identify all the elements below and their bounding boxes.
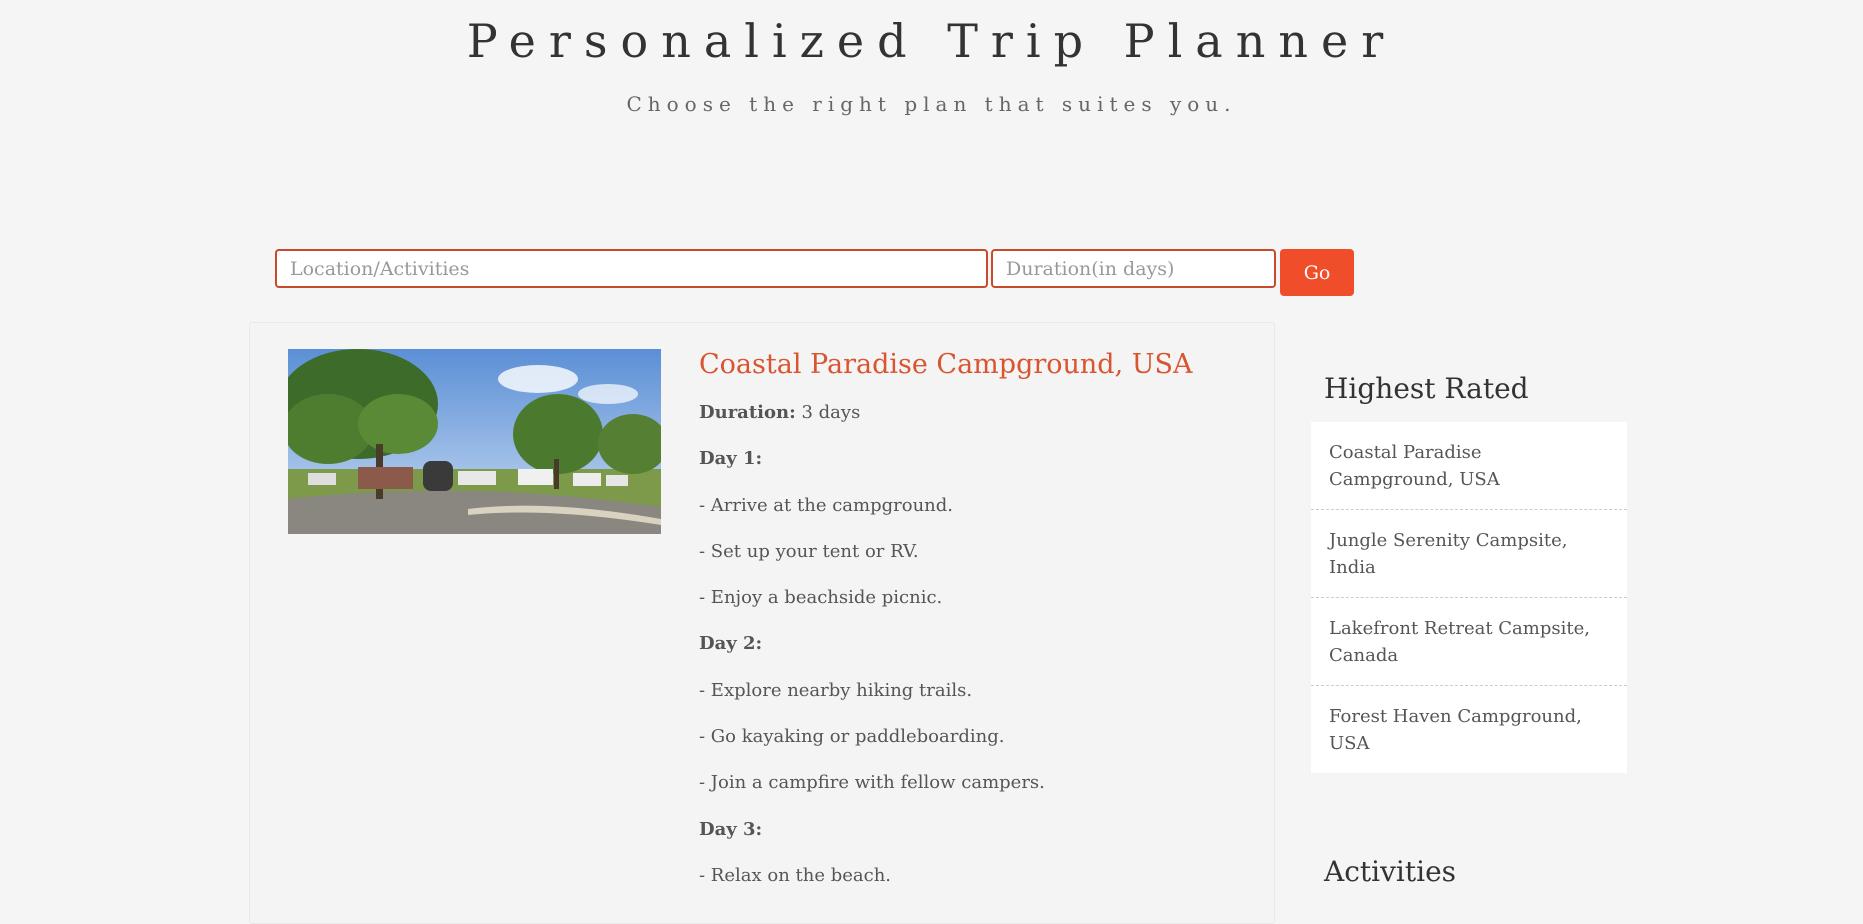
page-title: Personalized Trip Planner: [466, 14, 1397, 68]
activities-heading: Activities: [1324, 855, 1457, 888]
highest-rated-item[interactable]: Coastal Paradise Campground, USA: [1311, 422, 1627, 510]
duration-value: 3 days: [801, 402, 861, 423]
page-subtitle: Choose the right plan that suites you.: [626, 92, 1237, 116]
itinerary-item: - Set up your tent or RV.: [699, 540, 919, 562]
highest-rated-item[interactable]: Jungle Serenity Campsite, India: [1311, 510, 1627, 598]
duration-line: Duration: 3 days: [699, 390, 1259, 436]
highest-rated-item[interactable]: Lakefront Retreat Campsite, Canada: [1311, 598, 1627, 686]
go-button[interactable]: Go: [1280, 249, 1354, 296]
campground-photo: [288, 349, 661, 534]
highest-rated-heading: Highest Rated: [1324, 372, 1529, 405]
duration-input[interactable]: [991, 249, 1276, 288]
plan-title: Coastal Paradise Campground, USA: [699, 349, 1193, 380]
location-input[interactable]: [275, 249, 988, 288]
duration-label: Duration:: [699, 402, 796, 423]
day-label: Day 1:: [699, 448, 763, 470]
day-label: Day 3:: [699, 818, 763, 840]
itinerary-item: - Join a campfire with fellow campers.: [699, 772, 1045, 794]
trip-plan-card: Coastal Paradise Campground, USA Duratio…: [249, 322, 1275, 924]
highest-rated-item[interactable]: Forest Haven Campground, USA: [1311, 686, 1627, 773]
highest-rated-list: Coastal Paradise Campground, USA Jungle …: [1311, 422, 1627, 773]
itinerary-item: - Go kayaking or paddleboarding.: [699, 726, 1005, 748]
day-label: Day 2:: [699, 633, 763, 655]
itinerary-item: - Enjoy a beachside picnic.: [699, 587, 943, 609]
highest-rated-panel: Highest Rated Coastal Paradise Campgroun…: [1311, 372, 1627, 773]
itinerary-item: - Arrive at the campground.: [699, 494, 953, 516]
trip-plan-details: Coastal Paradise Campground, USA Duratio…: [699, 349, 1259, 899]
itinerary-item: - Explore nearby hiking trails.: [699, 679, 973, 701]
itinerary-item: - Relax on the beach.: [699, 864, 892, 886]
